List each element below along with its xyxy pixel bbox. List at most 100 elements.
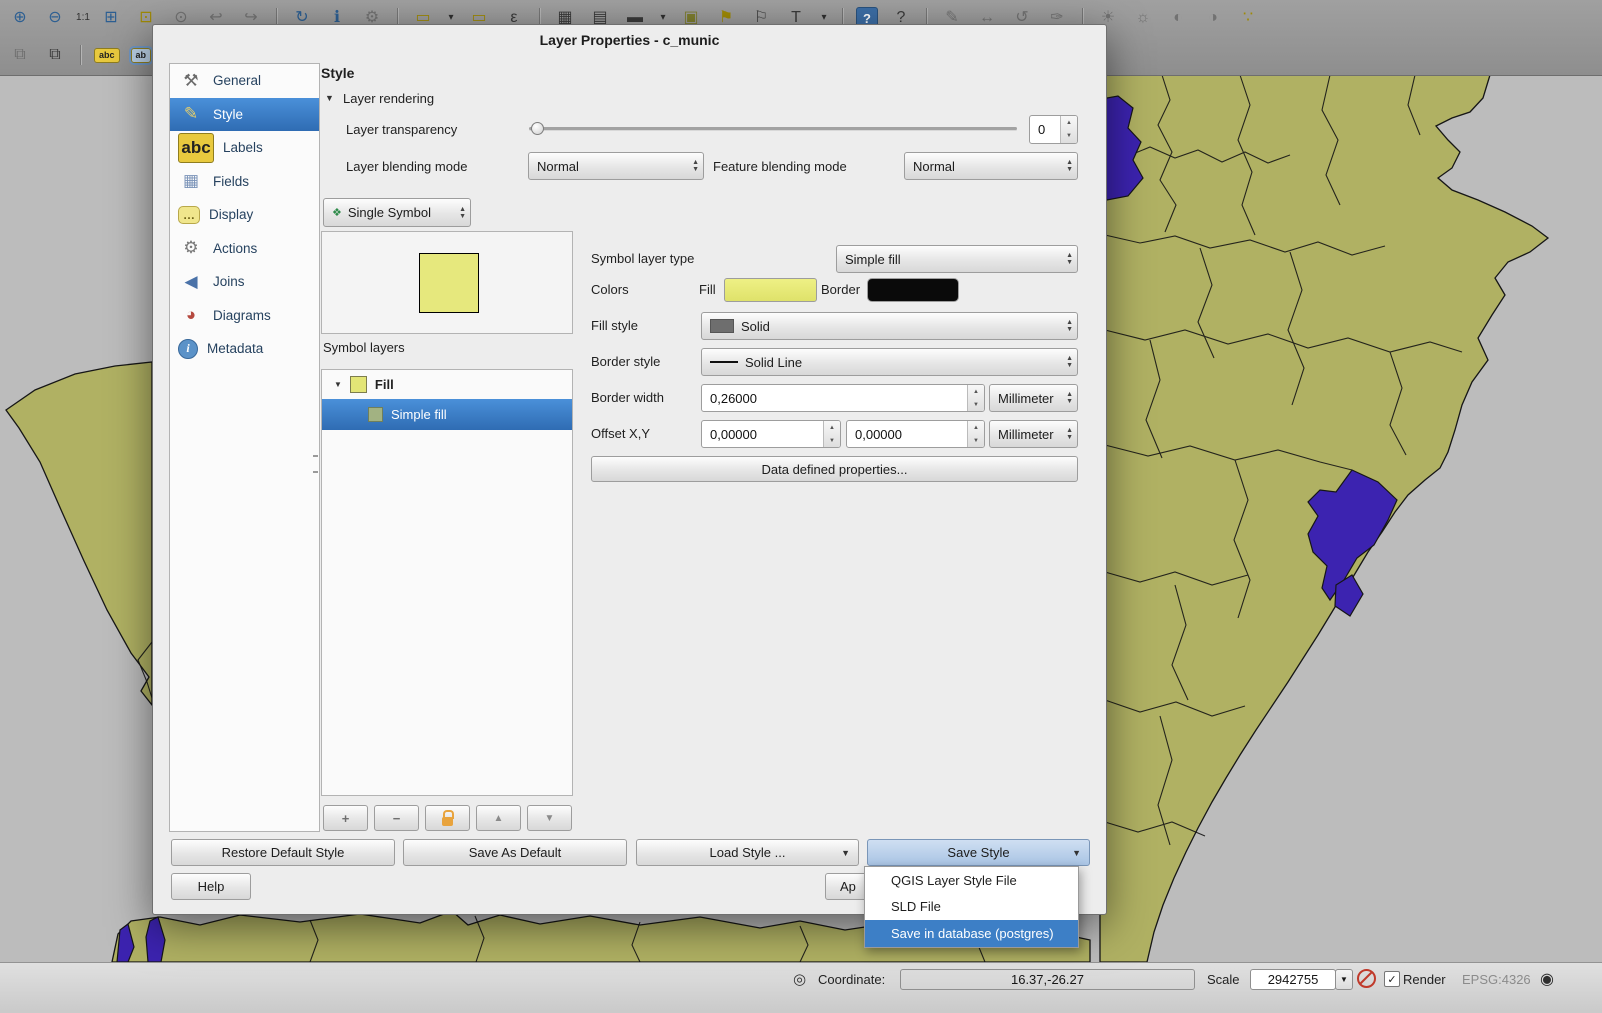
- render-checkbox[interactable]: ✓: [1384, 971, 1400, 987]
- touch-icon[interactable]: ∵: [1236, 6, 1260, 30]
- sidebar-item-label: Style: [213, 107, 243, 122]
- symbol-layer-type-label: Symbol layer type: [591, 251, 694, 266]
- tree-row-simple-fill[interactable]: Simple fill: [322, 399, 572, 430]
- pin-labels-active-icon[interactable]: ab: [131, 48, 152, 63]
- dropdown-arrow-icon: ▼: [841, 848, 850, 858]
- layer-blending-combo[interactable]: Normal ▲▼: [528, 152, 704, 180]
- coordinate-input[interactable]: 16.37,-26.27: [900, 969, 1195, 990]
- copy-style-icon[interactable]: ⧉: [8, 43, 32, 67]
- join-arrow-icon: ◀: [178, 270, 204, 294]
- sidebar-item-style[interactable]: ✎ Style: [170, 98, 319, 132]
- spinner-arrows-icon[interactable]: ▲▼: [967, 385, 984, 411]
- layer-transparency-slider[interactable]: [529, 122, 1017, 135]
- colors-label: Colors: [591, 282, 629, 297]
- border-style-label: Border style: [591, 354, 660, 369]
- add-symbol-layer-button[interactable]: +: [323, 805, 368, 831]
- feature-blending-label: Feature blending mode: [713, 159, 847, 174]
- contrast-increase-icon[interactable]: ◐: [1166, 6, 1190, 30]
- table-icon: ▦: [178, 169, 204, 193]
- symbol-layer-type-combo[interactable]: Simple fill ▲▼: [836, 245, 1078, 273]
- sidebar-item-metadata[interactable]: i Metadata: [170, 332, 319, 366]
- sidebar-item-label: Metadata: [207, 341, 263, 356]
- restore-default-style-button[interactable]: Restore Default Style: [171, 839, 395, 866]
- menu-item-qgis-layer-style-file[interactable]: QGIS Layer Style File: [865, 867, 1078, 894]
- combo-arrows-icon: ▲▼: [1066, 355, 1073, 369]
- save-style-menu: QGIS Layer Style FileSLD FileSave in dat…: [864, 866, 1079, 948]
- scale-dropdown-icon[interactable]: ▼: [1335, 969, 1353, 990]
- move-layer-down-button[interactable]: ▼: [527, 805, 572, 831]
- simple-fill-swatch-icon: [368, 407, 383, 422]
- plus-icon: +: [342, 811, 350, 826]
- fill-color-button[interactable]: [724, 278, 817, 302]
- speech-bubble-icon: …: [178, 206, 200, 224]
- data-defined-properties-button[interactable]: Data defined properties...: [591, 456, 1078, 482]
- sidebar-item-labels[interactable]: abc Labels: [170, 131, 319, 165]
- tree-group-label: Fill: [375, 377, 394, 392]
- scale-combo[interactable]: 2942755: [1250, 969, 1336, 990]
- transparency-value: 0: [1038, 122, 1045, 137]
- lock-color-button[interactable]: [425, 805, 470, 831]
- spinner-arrows-icon[interactable]: ▲▼: [1060, 116, 1077, 143]
- coordinate-extent-icon[interactable]: ◎: [793, 970, 806, 988]
- fill-color-label: Fill: [699, 282, 716, 297]
- border-color-button[interactable]: [867, 278, 959, 302]
- zoom-actual-icon[interactable]: 1:1: [78, 6, 88, 30]
- offset-y-spinbox[interactable]: 0,00000 ▲▼: [846, 420, 985, 448]
- sidebar-item-joins[interactable]: ◀ Joins: [170, 265, 319, 299]
- fill-style-combo[interactable]: Solid ▲▼: [701, 312, 1078, 340]
- tools-icon: ⚒: [178, 69, 204, 93]
- menu-item-save-in-database[interactable]: Save in database (postgres): [865, 920, 1078, 947]
- sidebar-item-general[interactable]: ⚒ General: [170, 64, 319, 98]
- fill-swatch-icon: [350, 376, 367, 393]
- slider-handle[interactable]: [531, 122, 544, 135]
- combo-arrows-icon: ▲▼: [1066, 427, 1073, 441]
- combo-arrows-icon: ▲▼: [1066, 319, 1073, 333]
- menu-item-sld-file[interactable]: SLD File: [865, 894, 1078, 921]
- transparency-spinbox[interactable]: 0 ▲▼: [1029, 115, 1078, 144]
- sidebar-item-label: Diagrams: [213, 308, 271, 323]
- paste-style-icon[interactable]: ⧉: [43, 43, 67, 67]
- brightness-decrease-icon[interactable]: ☼: [1131, 6, 1155, 30]
- help-button[interactable]: Help: [171, 873, 251, 900]
- offset-x-spinbox[interactable]: 0,00000 ▲▼: [701, 420, 841, 448]
- combo-arrows-icon: ▲▼: [1066, 159, 1073, 173]
- border-color-label: Border: [821, 282, 860, 297]
- coordinate-label: Coordinate:: [818, 972, 885, 987]
- border-style-combo[interactable]: Solid Line ▲▼: [701, 348, 1078, 376]
- offset-unit-combo[interactable]: Millimeter ▲▼: [989, 420, 1078, 448]
- stop-render-icon[interactable]: [1357, 969, 1376, 988]
- zoom-in-icon[interactable]: ⊕: [8, 6, 32, 30]
- spinner-arrows-icon[interactable]: ▲▼: [823, 421, 840, 447]
- feature-blending-combo[interactable]: Normal ▲▼: [904, 152, 1078, 180]
- collapse-arrow-icon[interactable]: ▼: [325, 93, 334, 103]
- sidebar-item-label: Labels: [223, 140, 263, 155]
- toolbar-separator: [80, 45, 81, 65]
- sidebar-item-diagrams[interactable]: ◕ Diagrams: [170, 299, 319, 333]
- move-layer-up-button[interactable]: ▲: [476, 805, 521, 831]
- save-style-button[interactable]: Save Style ▼: [867, 839, 1090, 866]
- scale-label: Scale: [1207, 972, 1240, 987]
- renderer-combo[interactable]: ❖ Single Symbol ▲▼: [323, 198, 471, 227]
- layer-properties-dialog: Layer Properties - c_munic ⚒ General ✎ S…: [152, 24, 1107, 915]
- minus-icon: −: [393, 811, 401, 826]
- labeling-icon[interactable]: abc: [94, 48, 120, 63]
- info-icon: i: [178, 339, 198, 359]
- tree-expand-icon[interactable]: ▼: [334, 380, 342, 389]
- load-style-button[interactable]: Load Style ... ▼: [636, 839, 859, 866]
- sidebar-item-fields[interactable]: ▦ Fields: [170, 165, 319, 199]
- panel-splitter-handle[interactable]: [313, 455, 318, 473]
- layer-rendering-section-label[interactable]: Layer rendering: [343, 91, 434, 106]
- sidebar-item-display[interactable]: … Display: [170, 198, 319, 232]
- remove-symbol-layer-button[interactable]: −: [374, 805, 419, 831]
- combo-arrows-icon: ▲▼: [459, 206, 466, 220]
- contrast-decrease-icon[interactable]: ◑: [1201, 6, 1225, 30]
- border-width-spinbox[interactable]: 0,26000 ▲▼: [701, 384, 985, 412]
- crs-status-icon[interactable]: ◉: [1540, 969, 1554, 989]
- save-as-default-button[interactable]: Save As Default: [403, 839, 627, 866]
- zoom-out-icon[interactable]: ⊖: [43, 6, 67, 30]
- zoom-full-icon[interactable]: ⊞: [99, 6, 123, 30]
- tree-row-fill[interactable]: ▼ Fill: [322, 370, 572, 399]
- sidebar-item-actions[interactable]: ⚙ Actions: [170, 232, 319, 266]
- spinner-arrows-icon[interactable]: ▲▼: [967, 421, 984, 447]
- border-width-unit-combo[interactable]: Millimeter ▲▼: [989, 384, 1078, 412]
